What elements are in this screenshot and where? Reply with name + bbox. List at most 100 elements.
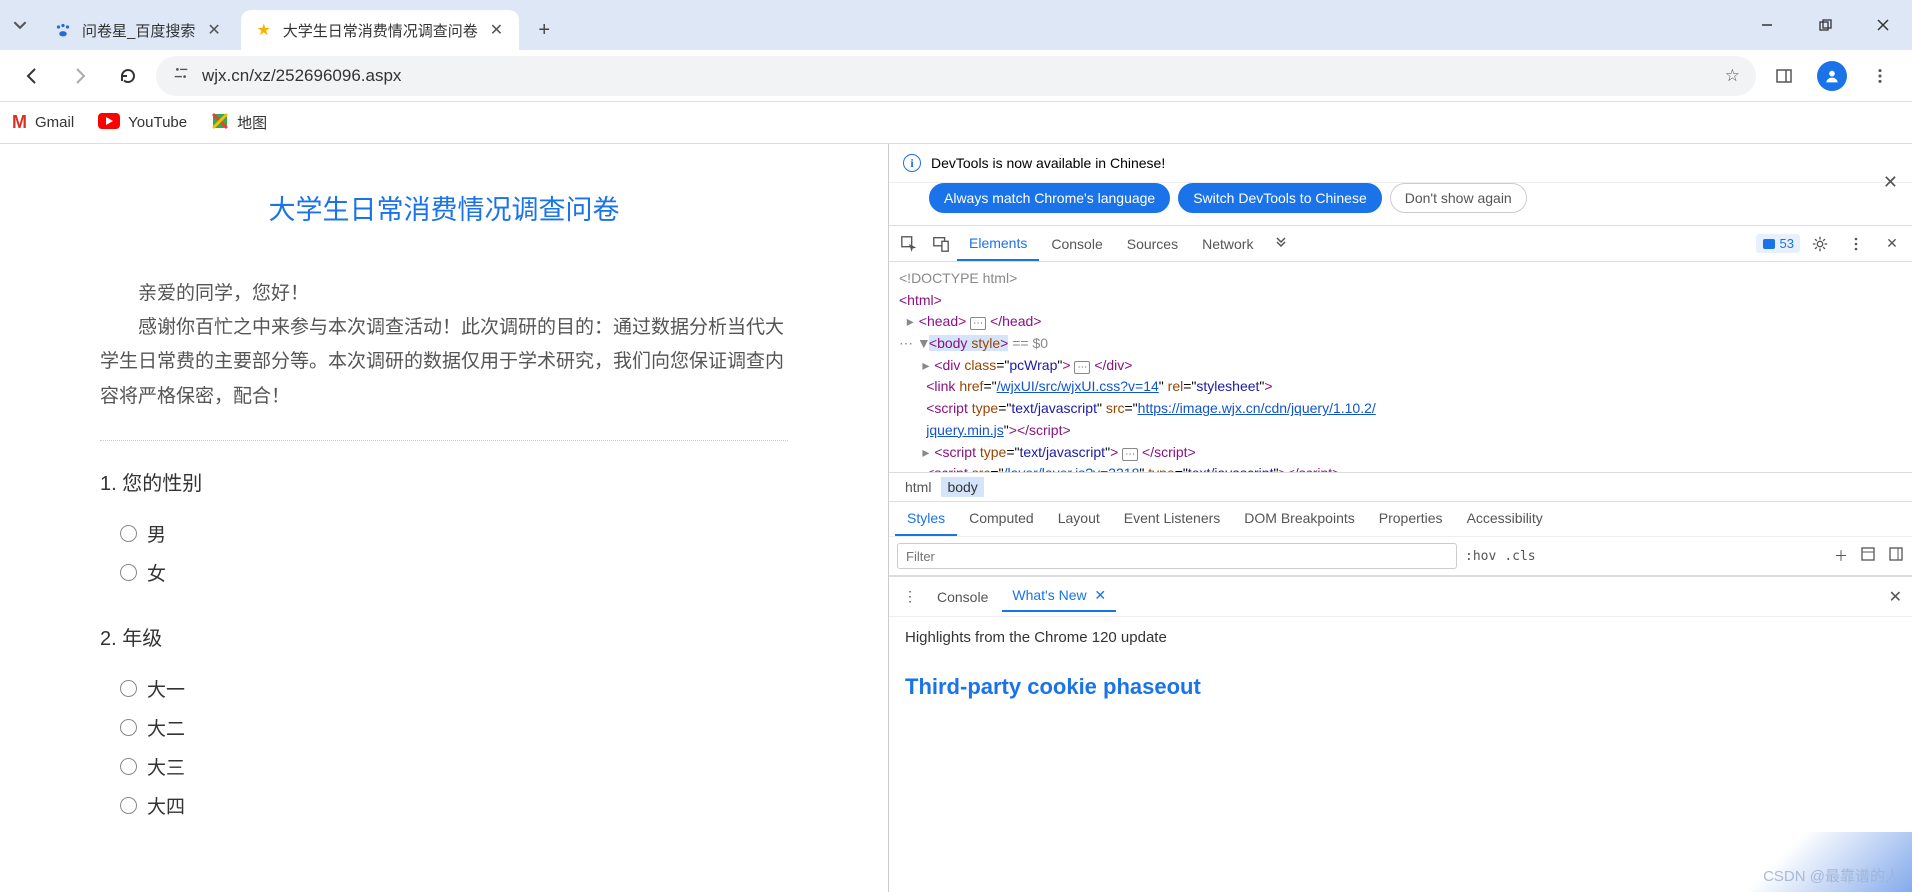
kebab-icon[interactable] — [1840, 228, 1872, 260]
bookmark-label: 地图 — [237, 112, 267, 133]
tab-sources[interactable]: Sources — [1115, 228, 1190, 260]
browser-titlebar: 问卷星_百度搜索 ✕ ★ 大学生日常消费情况调查问卷 ✕ + — [0, 0, 1912, 50]
devtools-banner: i DevTools is now available in Chinese! … — [889, 144, 1912, 183]
tab-console[interactable]: Console — [1039, 228, 1114, 260]
stab-layout[interactable]: Layout — [1046, 502, 1112, 536]
browser-tab-active[interactable]: ★ 大学生日常消费情况调查问卷 ✕ — [241, 10, 519, 50]
tab-close-icon[interactable]: ✕ — [205, 18, 222, 42]
tab-close-icon[interactable]: ✕ — [488, 18, 505, 42]
drawer-tab-whatsnew[interactable]: What's New ✕ — [1002, 581, 1116, 612]
url-text: wjx.cn/xz/252696096.aspx — [202, 66, 1713, 86]
site-settings-icon[interactable] — [172, 64, 190, 87]
profile-avatar-icon — [1817, 61, 1847, 91]
page-viewport[interactable]: 大学生日常消费情况调查问卷 亲爱的同学，您好！ 感谢你百忙之中来参与本次调查活动… — [0, 144, 888, 892]
option[interactable]: 大一 — [100, 669, 788, 708]
highlights-text: Highlights from the Chrome 120 update — [905, 629, 1896, 646]
minimize-icon[interactable] — [1738, 5, 1796, 45]
profile-button[interactable] — [1812, 56, 1852, 96]
star-favicon-icon: ★ — [255, 21, 273, 39]
inspect-icon[interactable] — [893, 228, 925, 260]
stab-styles[interactable]: Styles — [895, 502, 957, 536]
forward-button[interactable] — [60, 56, 100, 96]
stab-computed[interactable]: Computed — [957, 502, 1046, 536]
device-toggle-icon[interactable] — [925, 228, 957, 260]
url-bar: wjx.cn/xz/252696096.aspx ☆ — [0, 50, 1912, 102]
option[interactable]: 大四 — [100, 786, 788, 825]
bookmark-star-icon[interactable]: ☆ — [1725, 66, 1740, 86]
dom-breadcrumb[interactable]: html body — [889, 472, 1912, 501]
banner-close-icon[interactable]: ✕ — [1883, 172, 1898, 193]
gear-icon[interactable] — [1804, 228, 1836, 260]
drawer-tab-console[interactable]: Console — [927, 583, 998, 611]
bookmark-youtube[interactable]: YouTube — [98, 113, 187, 133]
browser-tab-inactive[interactable]: 问卷星_百度搜索 ✕ — [40, 10, 237, 50]
close-window-icon[interactable] — [1854, 5, 1912, 45]
bookmark-maps[interactable]: 地图 — [211, 112, 267, 134]
stab-accessibility[interactable]: Accessibility — [1455, 502, 1555, 536]
option[interactable]: 大二 — [100, 708, 788, 747]
bookmarks-bar: M Gmail YouTube 地图 — [0, 102, 1912, 144]
corner-overlay — [1692, 832, 1912, 892]
tab-network[interactable]: Network — [1190, 228, 1265, 260]
radio-icon — [120, 719, 137, 736]
info-icon: i — [903, 154, 921, 172]
devtools-close-icon[interactable]: ✕ — [1876, 228, 1908, 260]
bookmark-label: Gmail — [35, 114, 74, 131]
devtools-panel: i DevTools is now available in Chinese! … — [888, 144, 1912, 892]
tab-title: 大学生日常消费情况调查问卷 — [283, 20, 478, 41]
baidu-favicon-icon — [54, 21, 72, 39]
stab-breakpoints[interactable]: DOM Breakpoints — [1232, 502, 1366, 536]
stab-listeners[interactable]: Event Listeners — [1112, 502, 1233, 536]
content-split: 大学生日常消费情况调查问卷 亲爱的同学，您好！ 感谢你百忙之中来参与本次调查活动… — [0, 144, 1912, 892]
radio-icon — [120, 758, 137, 775]
maps-icon — [211, 112, 229, 134]
devtools-drawer: ⋮ Console What's New ✕ ✕ Highlights from… — [889, 576, 1912, 712]
menu-button[interactable] — [1860, 56, 1900, 96]
question-title: 1. 您的性别 — [100, 467, 788, 496]
crumb-body[interactable]: body — [941, 477, 983, 497]
styles-filter-row: :hov .cls ＋ — [889, 536, 1912, 576]
styles-tabs: Styles Computed Layout Event Listeners D… — [889, 501, 1912, 536]
match-language-button[interactable]: Always match Chrome's language — [929, 183, 1170, 213]
option-label: 大四 — [147, 792, 185, 819]
omnibox[interactable]: wjx.cn/xz/252696096.aspx ☆ — [156, 56, 1756, 96]
option[interactable]: 女 — [100, 553, 788, 592]
back-button[interactable] — [12, 56, 52, 96]
window-controls — [1738, 0, 1912, 50]
radio-icon — [120, 680, 137, 697]
drawer-kebab-icon[interactable]: ⋮ — [897, 588, 923, 605]
toggle-pane-icon[interactable] — [1860, 546, 1876, 566]
drawer-close-icon[interactable]: ✕ — [1889, 587, 1902, 607]
new-tab-button[interactable]: + — [529, 15, 559, 45]
intro-text: 感谢你百忙之中来参与本次调查活动！此次调研的目的：通过数据分析当代大学生日常费的… — [100, 311, 788, 414]
question-2: 2. 年级 大一 大二 大三 大四 — [100, 622, 788, 825]
option-label: 男 — [147, 520, 166, 547]
computed-pane-icon[interactable] — [1888, 546, 1904, 566]
option[interactable]: 男 — [100, 514, 788, 553]
more-tabs-icon[interactable] — [1265, 228, 1297, 260]
devtools-toolbar: Elements Console Sources Network 53 ✕ — [889, 226, 1912, 262]
bookmark-gmail[interactable]: M Gmail — [12, 112, 74, 133]
dont-show-button[interactable]: Don't show again — [1390, 183, 1527, 213]
option-label: 大一 — [147, 675, 185, 702]
option-label: 大二 — [147, 714, 185, 741]
tablist-caret-icon[interactable] — [0, 0, 40, 50]
side-panel-icon[interactable] — [1764, 56, 1804, 96]
tab-elements[interactable]: Elements — [957, 227, 1039, 261]
new-style-icon[interactable]: ＋ — [1834, 546, 1848, 566]
question-1: 1. 您的性别 男 女 — [100, 467, 788, 592]
option-label: 女 — [147, 559, 166, 586]
switch-chinese-button[interactable]: Switch DevTools to Chinese — [1178, 183, 1382, 213]
option[interactable]: 大三 — [100, 747, 788, 786]
option-label: 大三 — [147, 753, 185, 780]
dom-tree[interactable]: <!DOCTYPE html> <html> ▸<head> ⋯ </head>… — [889, 262, 1912, 472]
maximize-icon[interactable] — [1796, 5, 1854, 45]
hov-toggle[interactable]: :hov — [1465, 549, 1496, 564]
styles-filter-input[interactable] — [897, 543, 1457, 569]
reload-button[interactable] — [108, 56, 148, 96]
radio-icon — [120, 797, 137, 814]
cls-toggle[interactable]: .cls — [1504, 549, 1535, 564]
issues-badge[interactable]: 53 — [1756, 234, 1800, 253]
crumb-html[interactable]: html — [899, 477, 937, 497]
stab-properties[interactable]: Properties — [1367, 502, 1455, 536]
